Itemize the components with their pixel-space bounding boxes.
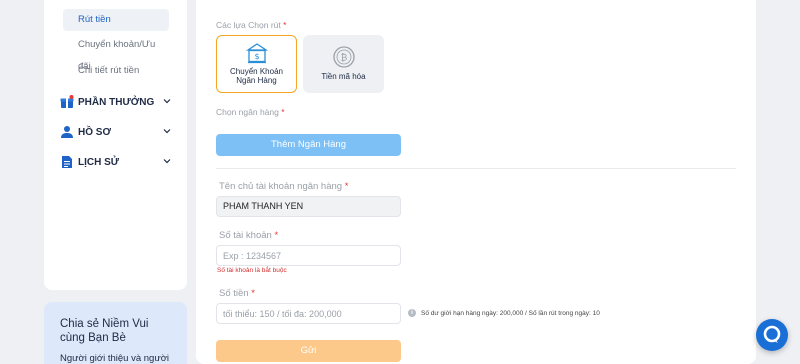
sidebar-item-profile[interactable]: HỒ SƠ <box>60 124 172 140</box>
chat-bubble-icon <box>763 325 781 343</box>
gift-icon <box>60 95 74 108</box>
account-number-input[interactable] <box>216 245 401 266</box>
sidebar-item-withdraw[interactable]: Rút tiền <box>63 9 169 31</box>
account-holder-label: Tên chủ tài khoản ngân hàng * <box>219 181 349 192</box>
amount-input[interactable] <box>216 303 401 324</box>
chevron-down-icon <box>163 129 171 134</box>
svg-text:₿: ₿ <box>340 53 347 64</box>
amount-limit-info: i Số dư giới hạn hàng ngày: 200,000 / Số… <box>408 309 600 317</box>
bank-icon: $ <box>245 43 268 64</box>
withdraw-options-label: Các lựa Chọn rút * <box>216 20 287 30</box>
user-icon <box>61 126 73 138</box>
divider <box>216 168 736 169</box>
add-bank-button[interactable]: Thêm Ngân Hàng <box>216 134 401 156</box>
submit-button[interactable]: Gửi <box>216 340 401 362</box>
svg-text:$: $ <box>254 52 259 61</box>
choose-bank-label: Chọn ngân hàng * <box>216 107 285 117</box>
account-number-error: Số tài khoản là bắt buộc <box>217 267 287 274</box>
option-label: Tiền mã hóa <box>321 72 366 81</box>
chevron-down-icon <box>163 99 171 104</box>
promo-text: Người giới thiệu và người <box>60 353 170 364</box>
live-chat-button[interactable] <box>756 319 788 351</box>
sidebar-item-label: LỊCH SỬ <box>78 156 120 168</box>
account-number-label: Số tài khoản * <box>219 230 279 241</box>
crypto-coin-icon: ₿ <box>332 46 355 68</box>
sidebar: Rút tiền Chuyển khoản/Ưu đãi Chi tiết rú… <box>44 0 187 290</box>
amount-label: Số tiền * <box>219 288 255 299</box>
sidebar-item-history[interactable]: LỊCH SỬ <box>60 154 172 170</box>
sidebar-item-rewards[interactable]: PHẦN THƯỞNG <box>60 94 172 110</box>
option-bank-transfer[interactable]: $ Chuyển Khoản Ngân Hàng <box>216 35 297 93</box>
sidebar-item-label: HỒ SƠ <box>78 126 111 138</box>
account-holder-field[interactable]: PHAM THANH YEN <box>216 196 401 217</box>
sidebar-item-withdraw-details[interactable]: Chi tiết rút tiền <box>63 60 169 82</box>
promo-title: Chia sẻ Niềm Vui cùng Bạn Bè <box>60 318 149 344</box>
chevron-down-icon <box>163 159 171 164</box>
option-crypto[interactable]: ₿ Tiền mã hóa <box>303 35 384 93</box>
option-label: Chuyển Khoản Ngân Hàng <box>230 67 283 85</box>
sidebar-item-label: PHẦN THƯỞNG <box>78 96 155 108</box>
sidebar-item-transfer-promotions[interactable]: Chuyển khoản/Ưu đãi <box>63 34 169 72</box>
info-icon: i <box>408 309 416 317</box>
referral-promo-card[interactable]: Chia sẻ Niềm Vui cùng Bạn Bè Người giới … <box>44 302 187 364</box>
withdraw-form-panel: Các lựa Chọn rút * $ Chuyển Khoản Ngân H… <box>196 0 756 364</box>
document-icon <box>62 156 72 168</box>
